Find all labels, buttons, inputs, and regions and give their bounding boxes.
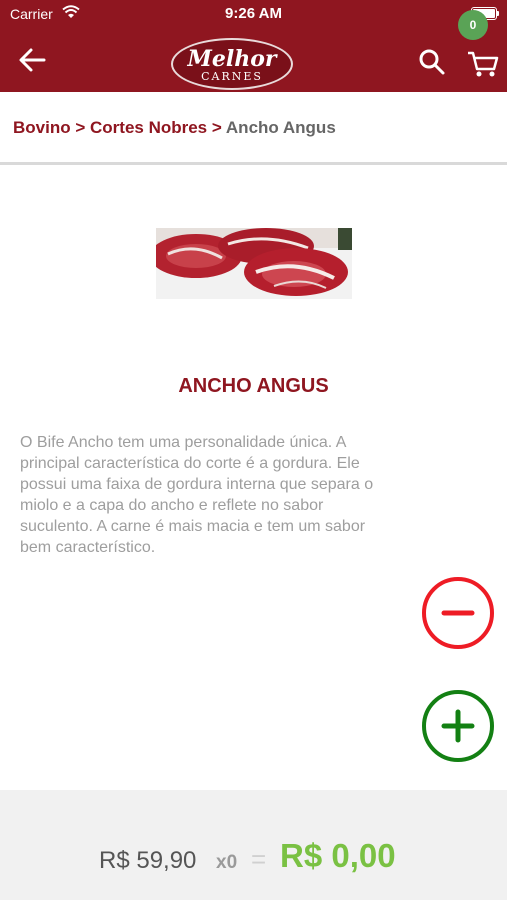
cart-icon [468,51,499,77]
breadcrumb-separator: > [211,118,226,137]
logo-sub-text: CARNES [201,70,263,83]
increase-quantity-button[interactable] [422,690,494,762]
search-button[interactable] [417,47,447,77]
breadcrumb-item-bovino[interactable]: Bovino [13,118,71,137]
quantity-multiplier: x0 [216,852,238,873]
nav-bar: Melhor CARNES [0,28,507,92]
equals-sign: = [251,844,267,874]
breadcrumb-item-cortes-nobres[interactable]: Cortes Nobres [90,118,207,137]
back-button[interactable] [14,44,50,76]
total-price: R$ 0,00 [280,837,396,874]
back-arrow-icon [19,48,46,72]
status-time: 9:26 AM [225,5,282,22]
breadcrumb: Bovino > Cortes Nobres > Ancho Angus [0,92,507,165]
product-image [156,228,352,299]
breadcrumb-item-current: Ancho Angus [225,118,336,137]
decrease-quantity-button[interactable] [422,577,494,649]
cart-button[interactable] [466,49,500,79]
status-bar: Carrier 9:26 AM [0,0,507,28]
logo-main-text: Melhor [187,46,277,72]
product-description: O Bife Ancho tem uma personalidade única… [20,434,374,556]
breadcrumb-separator: > [75,118,90,137]
search-icon [419,49,445,75]
cart-count-badge: 0 [458,10,488,40]
brand-logo: Melhor CARNES [171,38,293,90]
plus-icon [441,709,475,743]
minus-icon [441,610,475,616]
unit-price: R$ 59,90 [99,847,197,874]
product-title: ANCHO ANGUS [178,375,329,397]
